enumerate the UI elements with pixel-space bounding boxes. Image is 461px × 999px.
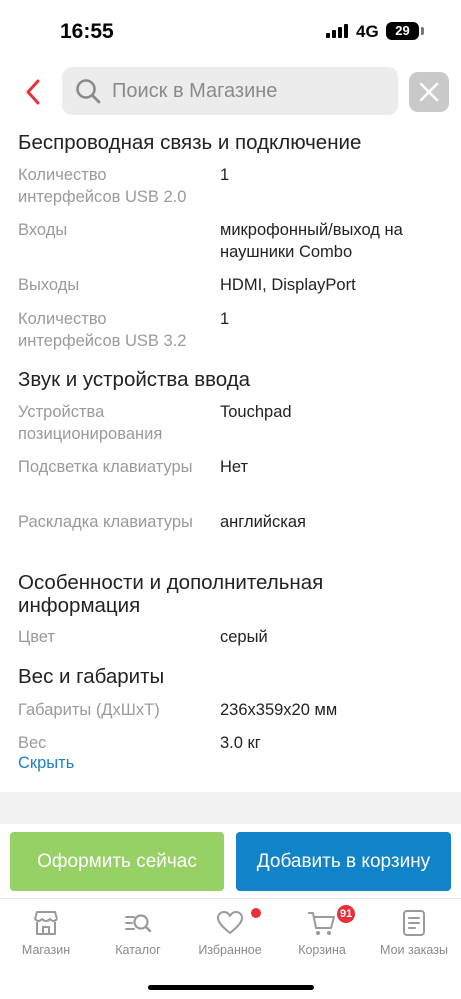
section-title-features: Особенности и дополнительная информация: [18, 571, 324, 617]
nav-label: Каталог: [115, 943, 161, 957]
heart-icon: [217, 911, 243, 934]
specs-content: Беспроводная связь и подключение Количес…: [0, 122, 461, 792]
nav-label: Избранное: [198, 943, 262, 957]
search-header: [0, 62, 461, 122]
spec-value: Нет: [220, 458, 249, 476]
checkout-now-button[interactable]: Оформить сейчас: [10, 832, 224, 891]
status-time: 16:55: [60, 20, 114, 43]
add-to-cart-button[interactable]: Добавить в корзину: [236, 832, 451, 891]
spec-value: HDMI, DisplayPort: [220, 276, 356, 294]
cart-icon: [308, 912, 335, 935]
nav-item-store[interactable]: Магазин: [0, 899, 92, 969]
section-title-connectivity: Беспроводная связь и подключение: [18, 131, 362, 154]
spec-label: Количество интерфейсов USB 3.2: [18, 310, 187, 350]
spec-label: Подсветка клавиатуры: [18, 458, 193, 476]
back-button[interactable]: [16, 72, 50, 112]
signal-icon: [326, 24, 348, 38]
nav-label: Магазин: [21, 943, 71, 957]
close-icon: [419, 82, 439, 102]
spec-label: Количество интерфейсов USB 2.0: [18, 166, 187, 206]
search-icon: [76, 79, 101, 104]
spec-value: серый: [220, 628, 268, 646]
section-title-weight-size: Вес и габариты: [18, 665, 165, 688]
nav-item-catalog[interactable]: Каталог: [92, 899, 184, 969]
orders-icon: [403, 910, 425, 936]
spec-value: английская: [220, 513, 306, 531]
home-indicator: [148, 985, 314, 990]
nav-item-orders[interactable]: Мои заказы: [368, 899, 460, 969]
close-button[interactable]: [409, 72, 449, 112]
bottom-nav: Магазин Каталог Избранное 91 Корзина Мои…: [0, 898, 461, 999]
search-input[interactable]: [112, 79, 382, 103]
spec-label: Габариты (ДхШхТ): [18, 701, 160, 719]
section-title-sound-input: Звук и устройства ввода: [18, 368, 251, 391]
spec-label: Устройства позиционирования: [18, 403, 163, 443]
nav-label: Мои заказы: [380, 943, 448, 957]
spec-label: Выходы: [18, 276, 80, 294]
nav-item-favorites[interactable]: Избранное: [184, 899, 276, 969]
spec-label: Раскладка клавиатуры: [18, 513, 193, 531]
nav-item-cart[interactable]: 91 Корзина: [276, 899, 368, 969]
store-icon: [34, 911, 58, 935]
status-bar: 16:55 4G 29: [0, 0, 461, 62]
chevron-left-icon: [26, 79, 40, 105]
hide-specs-link[interactable]: Скрыть: [18, 754, 74, 773]
catalog-search-icon: [125, 914, 152, 933]
spec-label: Входы: [18, 221, 68, 239]
battery-tip: [421, 27, 424, 35]
spec-value: 1: [220, 310, 230, 328]
nav-label: Корзина: [298, 943, 346, 957]
spec-value: 236x359x20 мм: [220, 701, 338, 719]
network-type: 4G: [356, 22, 379, 41]
spec-label: Вес: [18, 734, 47, 752]
spec-label: Цвет: [18, 628, 55, 646]
spec-value: микрофонный/выход на наушники Combo: [220, 221, 403, 261]
cart-count-badge: 91: [337, 905, 356, 923]
notification-dot: [251, 908, 261, 918]
divider-band: [0, 792, 461, 824]
spec-value: 3.0 кг: [220, 734, 261, 752]
spec-value: Touchpad: [220, 403, 292, 421]
spec-value: 1: [220, 166, 230, 184]
search-box[interactable]: [62, 67, 398, 115]
battery-icon: 29: [386, 22, 419, 40]
